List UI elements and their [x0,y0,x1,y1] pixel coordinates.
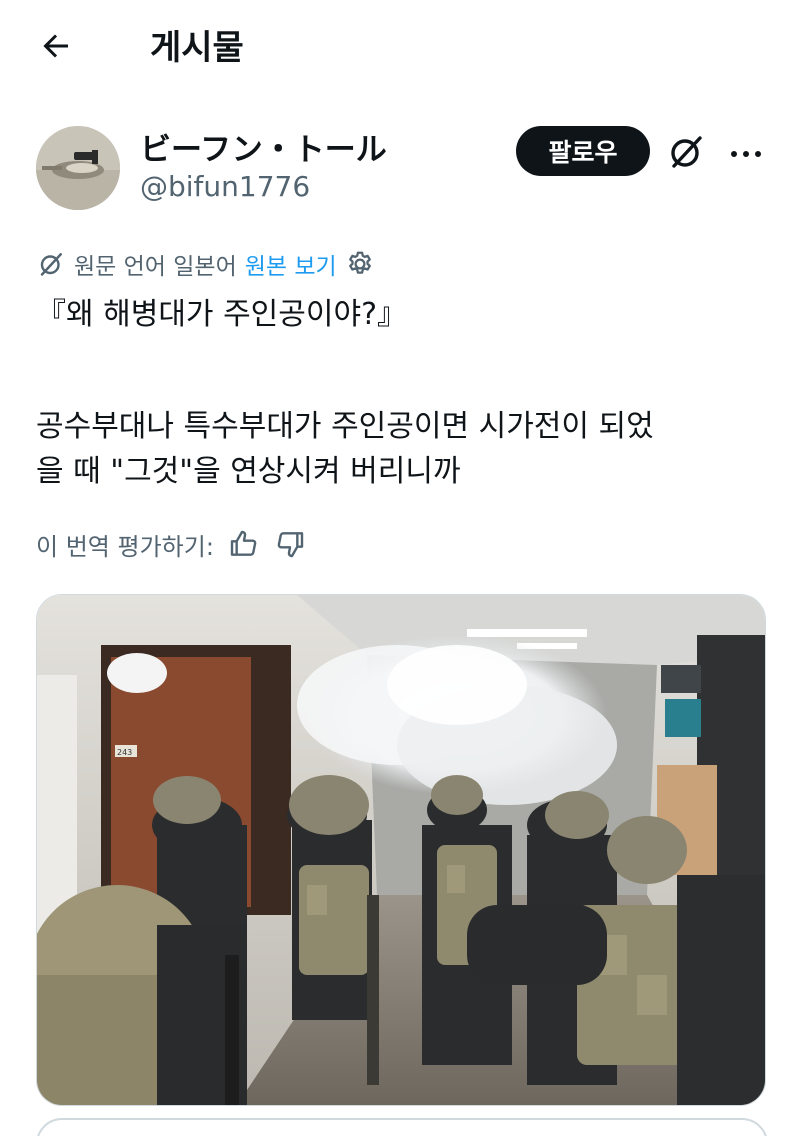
translation-bar: 원문 언어 일본어 원본 보기 [36,246,375,282]
back-button[interactable] [32,22,80,70]
grok-icon [671,136,702,168]
author-handle[interactable]: @bifun1776 [140,170,310,203]
rate-translation-label: 이 번역 평가하기: [36,532,214,561]
grok-icon [36,249,66,279]
room-number-label: 243 [117,748,132,757]
gear-icon[interactable] [345,249,375,279]
post-text-line: 을 때 "그것"을 연상시켜 버리니까 [36,454,461,489]
author-display-name[interactable]: ビーフン・トール [140,124,387,169]
thumbs-down-icon [277,532,304,558]
post-text-line: 『왜 해병대가 주인공이야?』 [36,297,407,332]
thumbs-up-button[interactable] [228,528,260,560]
avatar[interactable] [36,126,120,210]
post-detail-screen: 게시물 ビーフン・トール @bifun1776 팔로우 원문 언어 일본어 원본… [0,0,800,1136]
post-text-line: 공수부대나 특수부대가 주인공이면 시가전이 되었 [36,409,654,444]
grok-button[interactable] [662,128,710,176]
view-original-link[interactable]: 원본 보기 [245,247,337,281]
thumbs-down-button[interactable] [274,528,306,560]
more-options-button[interactable] [722,128,770,176]
post-media-image[interactable]: 243 [36,594,766,1106]
rate-translation-row: 이 번역 평가하기: [36,524,306,564]
top-app-bar: 게시물 [0,0,800,90]
more-horizontal-icon [731,151,761,157]
page-title: 게시물 [150,28,244,68]
post-body: 『왜 해병대가 주인공이야?』 공수부대나 특수부대가 주인공이면 시가전이 되… [36,292,766,494]
thumbs-up-icon [230,530,257,556]
arrow-left-icon [43,34,68,58]
translation-source-note: 원문 언어 일본어 [74,254,237,280]
follow-button[interactable]: 팔로우 [516,126,650,176]
quoted-card-edge [36,1118,768,1136]
